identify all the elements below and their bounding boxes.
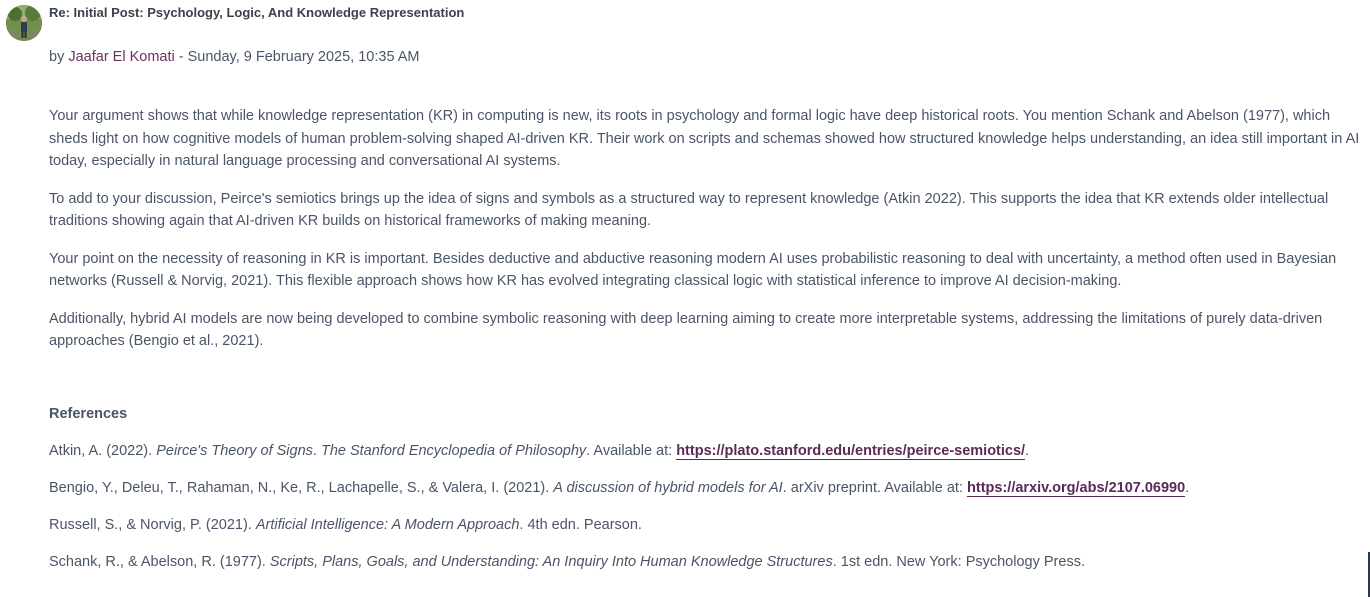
reference-title: Artificial Intelligence: A Modern Approa… — [255, 517, 520, 533]
post-subject: Re: Initial Post: Psychology, Logic, And… — [49, 5, 465, 20]
reference-separator: . — [312, 443, 321, 459]
reference-available: . arXiv preprint. Available at: — [782, 480, 968, 496]
reference-item: Schank, R., & Abelson, R. (1977). Script… — [49, 554, 1085, 570]
reference-end: . — [1025, 443, 1030, 459]
reference-item: Russell, S., & Norvig, P. (2021). Artifi… — [49, 517, 642, 533]
post-date: - Sunday, 9 February 2025, 10:35 AM — [174, 49, 420, 65]
reference-item: Atkin, A. (2022). Peirce's Theory of Sig… — [49, 443, 1030, 460]
reference-link[interactable]: https://plato.stanford.edu/entries/peirc… — [676, 443, 1026, 460]
forum-post: Re: Initial Post: Psychology, Logic, And… — [0, 0, 1370, 599]
reference-title: Peirce's Theory of Signs — [156, 443, 313, 459]
reference-end: . — [1185, 480, 1190, 496]
post-paragraph: Additionally, hybrid AI models are now b… — [49, 310, 1323, 350]
post-paragraph: Your point on the necessity of reasoning… — [49, 250, 1337, 290]
references-heading: References — [49, 406, 128, 422]
byline-prefix: by — [49, 49, 69, 65]
user-photo-icon — [6, 5, 42, 41]
post-paragraph: To add to your discussion, Peirce's semi… — [49, 190, 1329, 230]
reference-authors: Bengio, Y., Deleu, T., Rahaman, N., Ke, … — [49, 480, 554, 496]
reference-details: . 1st edn. New York: Psychology Press. — [832, 554, 1085, 570]
reference-authors: Russell, S., & Norvig, P. (2021). — [49, 517, 256, 533]
reference-details: . 4th edn. Pearson. — [519, 517, 642, 533]
reference-title: Scripts, Plans, Goals, and Understanding… — [269, 554, 833, 570]
reference-item: Bengio, Y., Deleu, T., Rahaman, N., Ke, … — [49, 480, 1190, 497]
reference-authors: Atkin, A. (2022). — [49, 443, 157, 459]
reference-available: . Available at: — [586, 443, 677, 459]
post-content: Your argument shows that while knowledge… — [49, 105, 1367, 368]
avatar[interactable] — [6, 5, 42, 41]
reference-link[interactable]: https://arxiv.org/abs/2107.06990 — [967, 480, 1186, 497]
author-link[interactable]: Jaafar El Komati — [68, 49, 174, 65]
reference-authors: Schank, R., & Abelson, R. (1977). — [49, 554, 270, 570]
reference-title: A discussion of hybrid models for AI — [553, 480, 783, 496]
reference-source: The Stanford Encyclopedia of Philosophy — [320, 443, 587, 459]
post-paragraph: Your argument shows that while knowledge… — [49, 108, 1360, 169]
post-byline: by Jaafar El Komati - Sunday, 9 February… — [49, 49, 420, 65]
